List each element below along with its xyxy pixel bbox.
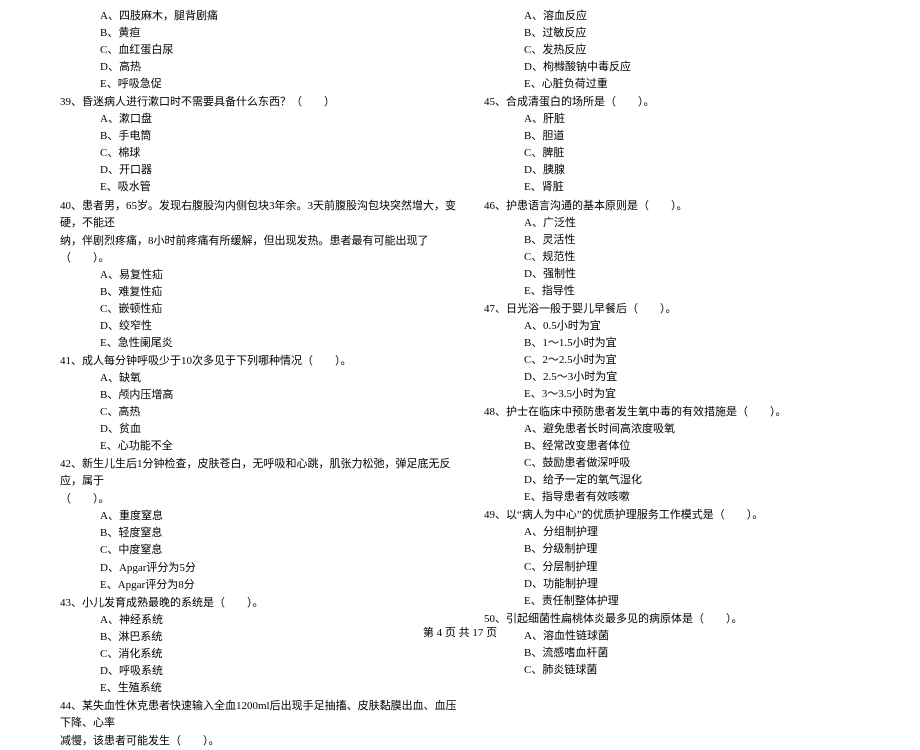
question-49: 49、以“病人为中心”的优质护理服务工作模式是（ ）。: [484, 507, 882, 524]
option: B、分级制护理: [484, 541, 882, 558]
option: B、灵活性: [484, 232, 882, 249]
option: A、广泛性: [484, 215, 882, 232]
question-39: 39、昏迷病人进行漱口时不需要具备什么东西？（ ）: [60, 94, 458, 111]
question-42: 42、新生儿生后1分钟检查，皮肤苍白，无呼吸和心跳，肌张力松弛，弹足底无反应，属…: [60, 456, 458, 490]
option: C、嵌顿性疝: [60, 301, 458, 318]
option: A、避免患者长时间高浓度吸氧: [484, 421, 882, 438]
option: E、3～3.5小时为宜: [484, 386, 882, 403]
option: B、手电筒: [60, 128, 458, 145]
question-48: 48、护士在临床中预防患者发生氧中毒的有效措施是（ ）。: [484, 404, 882, 421]
option: E、心功能不全: [60, 438, 458, 455]
option: B、经常改变患者体位: [484, 438, 882, 455]
page-footer: 第 4 页 共 17 页: [0, 625, 920, 642]
option: A、0.5小时为宜: [484, 318, 882, 335]
option: E、吸水管: [60, 179, 458, 196]
option: D、2.5～3小时为宜: [484, 369, 882, 386]
question-41: 41、成人每分钟呼吸少于10次多见于下列哪种情况（ ）。: [60, 353, 458, 370]
question-47: 47、日光浴一般于婴儿早餐后（ ）。: [484, 301, 882, 318]
option: A、重度窒息: [60, 508, 458, 525]
option: A、肝脏: [484, 111, 882, 128]
option: D、贫血: [60, 421, 458, 438]
option: A、易复性疝: [60, 267, 458, 284]
option: C、中度窒息: [60, 542, 458, 559]
question-40-cont: 纳，伴剧烈疼痛，8小时前疼痛有所缓解，但出现发热。患者最有可能出现了（ ）。: [60, 233, 458, 267]
option: E、Apgar评分为8分: [60, 577, 458, 594]
option: D、强制性: [484, 266, 882, 283]
option: C、消化系统: [60, 646, 458, 663]
option: A、漱口盘: [60, 111, 458, 128]
option: D、开口器: [60, 162, 458, 179]
option: C、发热反应: [484, 42, 882, 59]
option: C、规范性: [484, 249, 882, 266]
question-44-cont: 减慢，该患者可能发生（ ）。: [60, 733, 458, 750]
option: D、呼吸系统: [60, 663, 458, 680]
option: A、缺氧: [60, 370, 458, 387]
option: A、四肢麻木，腿背剧痛: [60, 8, 458, 25]
option: D、枸橼酸钠中毒反应: [484, 59, 882, 76]
option: D、Apgar评分为5分: [60, 560, 458, 577]
option: C、2～2.5小时为宜: [484, 352, 882, 369]
option: B、颅内压增高: [60, 387, 458, 404]
option: D、给予一定的氧气湿化: [484, 472, 882, 489]
option: D、绞窄性: [60, 318, 458, 335]
question-42-cont: （ ）。: [60, 491, 458, 508]
option: E、急性阑尾炎: [60, 335, 458, 352]
option: C、脾脏: [484, 145, 882, 162]
question-44: 44、某失血性休克患者快速输入全血1200ml后出现手足抽搐、皮肤黏膜出血、血压…: [60, 698, 458, 732]
option: D、高热: [60, 59, 458, 76]
option: C、高热: [60, 404, 458, 421]
option: B、1～1.5小时为宜: [484, 335, 882, 352]
option: B、胆道: [484, 128, 882, 145]
option: E、责任制整体护理: [484, 593, 882, 610]
option: C、肺炎链球菌: [484, 662, 882, 679]
question-45: 45、合成清蛋白的场所是（ ）。: [484, 94, 882, 111]
option: B、黄疸: [60, 25, 458, 42]
option: B、难复性疝: [60, 284, 458, 301]
question-43: 43、小儿发育成熟最晚的系统是（ ）。: [60, 595, 458, 612]
option: E、生殖系统: [60, 680, 458, 697]
option: E、肾脏: [484, 179, 882, 196]
option: B、轻度窒息: [60, 525, 458, 542]
option: C、棉球: [60, 145, 458, 162]
option: A、分组制护理: [484, 524, 882, 541]
option: B、过敏反应: [484, 25, 882, 42]
option: C、血红蛋白尿: [60, 42, 458, 59]
option: E、指导患者有效咳嗽: [484, 489, 882, 506]
option: E、心脏负荷过重: [484, 76, 882, 93]
option: C、分层制护理: [484, 559, 882, 576]
option: E、指导性: [484, 283, 882, 300]
option: B、流感嗜血杆菌: [484, 645, 882, 662]
option: D、胰腺: [484, 162, 882, 179]
option: D、功能制护理: [484, 576, 882, 593]
option: C、鼓励患者做深呼吸: [484, 455, 882, 472]
question-46: 46、护患语言沟通的基本原则是（ ）。: [484, 198, 882, 215]
question-40: 40、患者男，65岁。发现右腹股沟内侧包块3年余。3天前腹股沟包块突然增大，变硬…: [60, 198, 458, 232]
option: E、呼吸急促: [60, 76, 458, 93]
option: A、溶血反应: [484, 8, 882, 25]
